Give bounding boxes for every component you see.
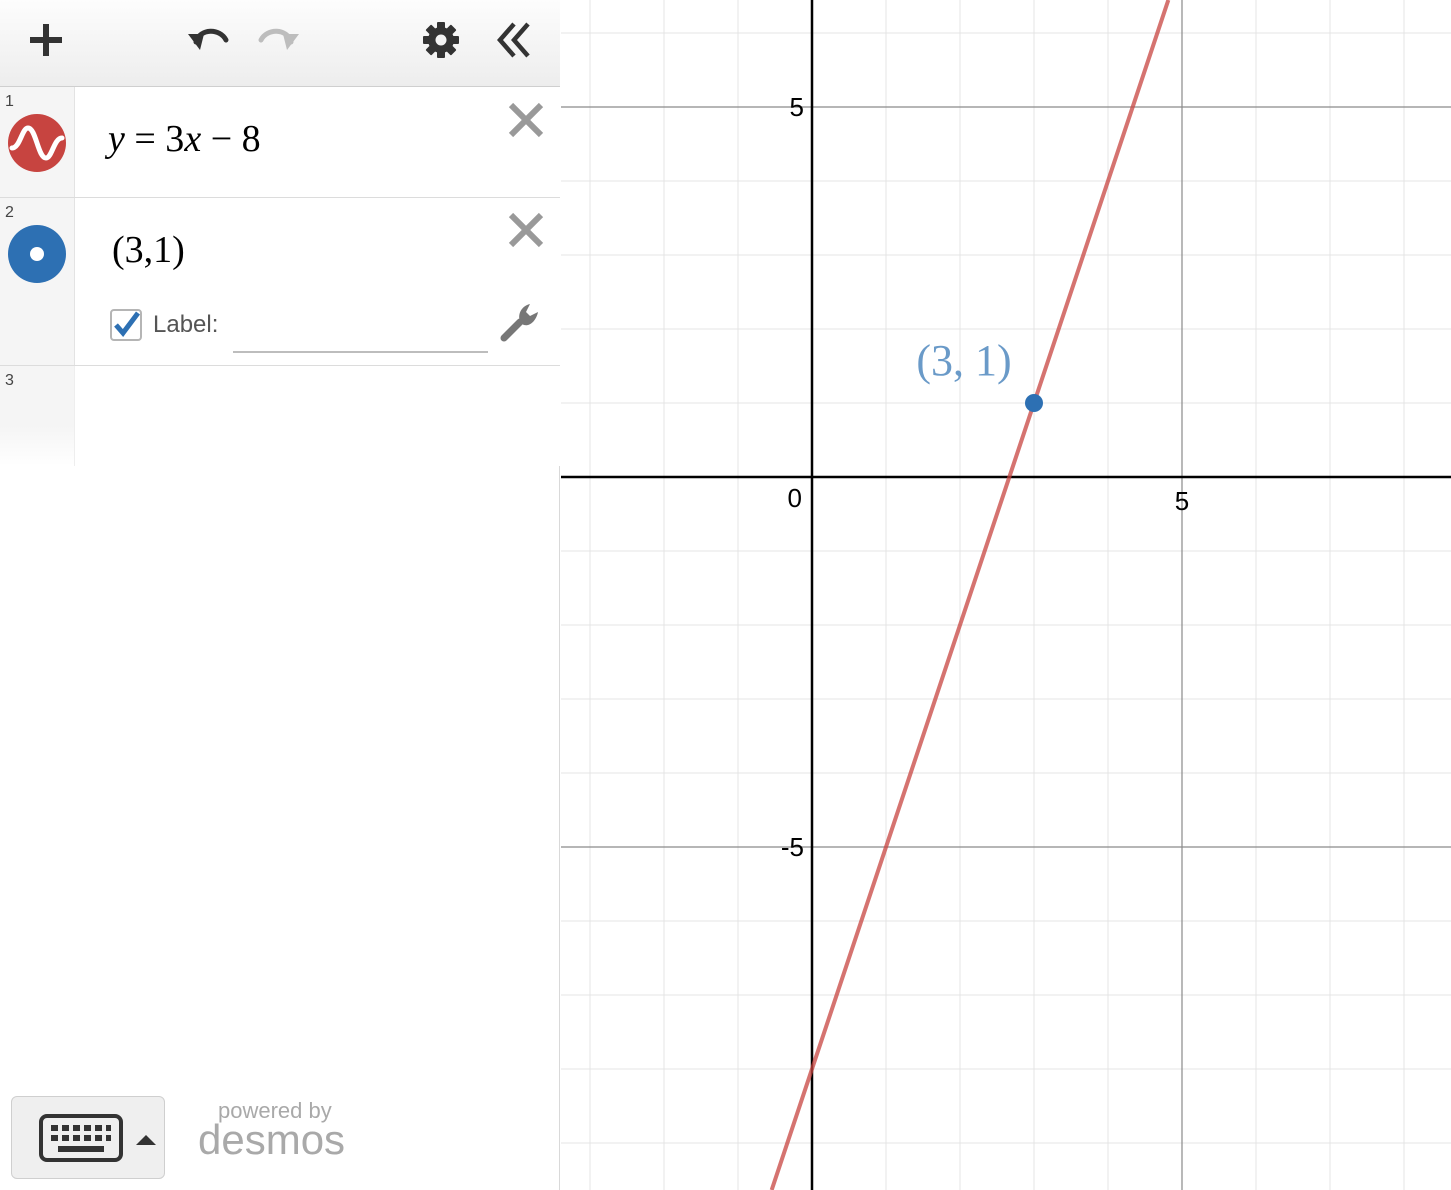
label-caption: Label: <box>153 311 219 338</box>
function-line <box>769 0 1171 1190</box>
origin-label: 0 <box>788 483 802 513</box>
wrench-icon[interactable] <box>498 298 542 342</box>
plot-layer: (3, 1) <box>769 0 1171 1190</box>
checkmark-icon <box>114 311 140 337</box>
label-input[interactable] <box>233 309 488 353</box>
gear-icon <box>423 22 459 58</box>
redo-icon <box>258 28 299 50</box>
expression-index: 1 <box>5 93 14 110</box>
expression-item-2[interactable]: 2 (3,1) Label: <box>0 198 560 366</box>
expression-gutter: 1 <box>0 87 75 197</box>
expression-list-panel: 1 y = 3x − 8 2 (3,1) Label: 3 powered by… <box>0 0 560 1190</box>
point-label: (3, 1) <box>916 336 1011 385</box>
plus-icon <box>30 24 62 56</box>
point-marker <box>1025 394 1043 412</box>
add-item-button[interactable] <box>20 14 72 66</box>
expression-gutter: 2 <box>0 198 75 365</box>
undo-button[interactable] <box>181 14 233 66</box>
redo-button[interactable] <box>254 14 306 66</box>
point-icon[interactable] <box>8 225 66 283</box>
keyboard-toggle-button[interactable] <box>11 1096 165 1179</box>
expression-gutter: 3 <box>0 366 75 466</box>
undo-icon <box>188 28 229 50</box>
keyboard-icon <box>39 1114 156 1162</box>
expression-item-3[interactable]: 3 <box>0 366 560 466</box>
expression-item-1[interactable]: 1 y = 3x − 8 <box>0 87 560 198</box>
powered-by-desmos-logo[interactable]: powered by desmos <box>198 1096 358 1166</box>
settings-button[interactable] <box>415 14 467 66</box>
major-gridlines <box>561 0 1451 1190</box>
delete-expression-icon[interactable] <box>506 100 546 140</box>
sine-wave-icon[interactable] <box>8 114 66 172</box>
desmos-wordmark: desmos <box>198 1116 346 1163</box>
expression-input[interactable]: (3,1) <box>112 228 185 272</box>
expression-toolbar <box>0 0 560 87</box>
y-tick-label: 5 <box>790 92 804 122</box>
double-chevron-left-icon <box>497 22 530 58</box>
label-checkbox[interactable] <box>110 309 142 341</box>
expression-input[interactable]: y = 3x − 8 <box>108 117 261 161</box>
axes <box>561 0 1451 1190</box>
expression-index: 3 <box>5 372 14 389</box>
collapse-list-button[interactable] <box>488 14 540 66</box>
expression-index: 2 <box>5 204 14 221</box>
delete-expression-icon[interactable] <box>506 210 546 250</box>
y-tick-label: -5 <box>781 832 804 862</box>
x-tick-label: 5 <box>1175 486 1189 516</box>
graph-canvas[interactable]: 0 5 5 -5 (3, 1) <box>561 0 1451 1190</box>
minor-gridlines <box>561 0 1451 1190</box>
